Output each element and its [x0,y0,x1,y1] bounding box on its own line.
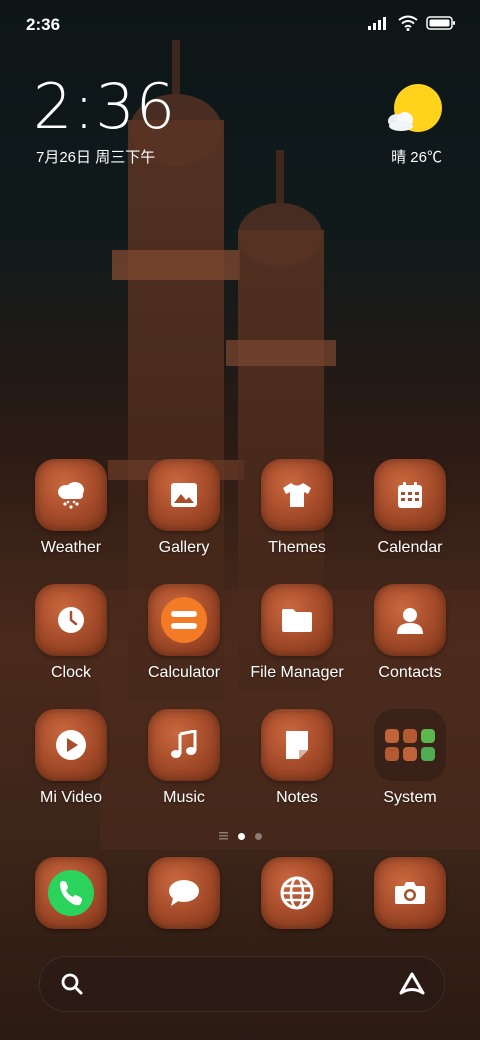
app-notes[interactable]: Notes [241,709,353,807]
app-label: File Manager [250,664,344,681]
dock-phone[interactable] [15,857,127,929]
app-label: Calculator [147,664,221,681]
app-music[interactable]: Music [128,709,240,807]
app-label: Mi Video [40,789,102,806]
app-system-folder[interactable]: System [354,709,466,807]
status-time: 2:36 [26,15,61,34]
battery-icon [426,16,455,30]
app-contacts[interactable]: Contacts [354,584,466,682]
music-note-icon [171,730,197,758]
clock-icon [58,607,84,633]
globe-icon [280,876,314,910]
calendar-icon [398,482,422,508]
folder-grid-icon [383,727,437,763]
signal-icon [368,17,386,30]
app-themes[interactable]: Themes [241,459,353,557]
app-label: Music [163,789,205,806]
app-label: Themes [268,539,326,556]
app-label: Contacts [378,664,442,681]
play-icon [56,730,86,760]
dock-browser[interactable] [241,857,353,929]
weather-widget-text[interactable]: 晴 26℃ [391,146,442,167]
app-weather[interactable]: Weather [15,459,127,557]
app-calculator[interactable]: Calculator [128,584,240,682]
cloud-snow-icon [58,482,84,509]
app-file-manager[interactable]: File Manager [241,584,353,682]
status-bar: 2:36 [0,0,480,50]
app-label: Clock [50,664,91,681]
app-clock[interactable]: Clock [15,584,127,682]
page-indicator[interactable] [200,830,280,842]
app-mi-video[interactable]: Mi Video [15,709,127,807]
wifi-icon [398,15,418,31]
search-bar[interactable] [39,956,445,1012]
image-icon [171,483,197,507]
tshirt-icon [283,483,311,507]
calculator-icon [161,597,207,643]
note-icon [286,731,308,759]
clock-widget-time[interactable]: 2:36 [33,76,176,138]
app-label: Weather [40,539,102,556]
page-dot-current[interactable] [237,832,245,840]
page-dot[interactable] [254,832,262,840]
app-label: System [383,789,437,806]
list-page-icon [218,832,228,840]
app-label: Gallery [158,539,210,556]
sun-cloud-icon[interactable] [388,84,444,134]
folder-icon [282,609,312,632]
search-icon[interactable] [60,972,84,996]
app-label: Calendar [377,539,443,556]
dock-camera[interactable] [354,857,466,929]
app-calendar[interactable]: Calendar [354,459,466,557]
app-label: Notes [276,789,318,806]
assistant-icon[interactable] [398,971,426,997]
app-gallery[interactable]: Gallery [128,459,240,557]
dock-messages[interactable] [128,857,240,929]
camera-icon [395,882,425,904]
message-icon [169,880,199,906]
clock-widget-date[interactable]: 7月26日 周三下午 [36,146,155,167]
person-icon [397,608,423,634]
phone-icon [48,870,94,916]
